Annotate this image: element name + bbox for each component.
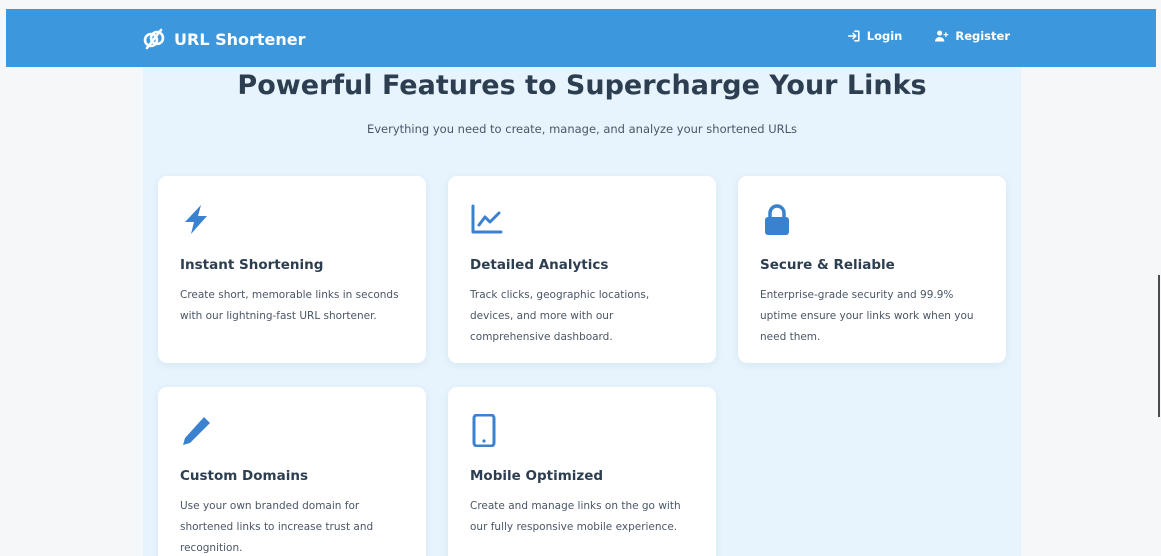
feature-card-detailed-analytics: Detailed Analytics Track clicks, geograp…	[448, 176, 716, 363]
features-subheading: Everything you need to create, manage, a…	[366, 122, 798, 136]
features-heading: Powerful Features to Supercharge Your Li…	[237, 70, 927, 101]
login-label: Login	[866, 29, 903, 43]
lightning-bolt-icon	[180, 203, 214, 236]
brand-title: URL Shortener	[174, 29, 306, 49]
feature-card-secure-reliable: Secure & Reliable Enterprise-grade secur…	[738, 176, 1006, 363]
sign-in-icon	[847, 29, 861, 43]
login-link[interactable]: Login	[847, 29, 903, 43]
feature-title: Instant Shortening	[180, 257, 324, 273]
feature-description: Create and manage links on the go with o…	[470, 500, 681, 533]
feature-card-custom-domains: Custom Domains Use your own branded doma…	[158, 387, 426, 556]
feature-description: Use your own branded domain for shortene…	[180, 500, 374, 554]
page-viewport: URL Shortener Login Register Powerful Fe…	[0, 0, 1161, 556]
mobile-phone-icon	[470, 414, 504, 447]
navbar: URL Shortener Login Register	[6, 9, 1156, 67]
feature-title: Mobile Optimized	[470, 468, 604, 484]
lock-icon	[760, 203, 794, 236]
feature-description: Track clicks, geographic locations, devi…	[470, 289, 650, 343]
register-label: Register	[955, 29, 1010, 43]
brand-link[interactable]: URL Shortener	[142, 26, 306, 52]
scrollbar-thumb[interactable]	[1158, 275, 1160, 417]
feature-card-mobile-optimized: Mobile Optimized Create and manage links…	[448, 387, 716, 556]
pen-icon	[180, 414, 214, 447]
feature-title: Custom Domains	[180, 468, 308, 484]
feature-card-instant-shortening: Instant Shortening Create short, memorab…	[158, 176, 426, 363]
line-chart-icon	[470, 203, 504, 236]
register-link[interactable]: Register	[935, 29, 1010, 43]
feature-title: Detailed Analytics	[470, 257, 609, 273]
feature-description: Create short, memorable links in seconds…	[180, 289, 399, 322]
feature-title: Secure & Reliable	[760, 257, 895, 273]
feature-description: Enterprise-grade security and 99.9% upti…	[760, 289, 974, 343]
user-plus-icon	[935, 29, 949, 43]
nav-links: Login Register	[847, 29, 1010, 43]
link-icon	[142, 27, 166, 51]
